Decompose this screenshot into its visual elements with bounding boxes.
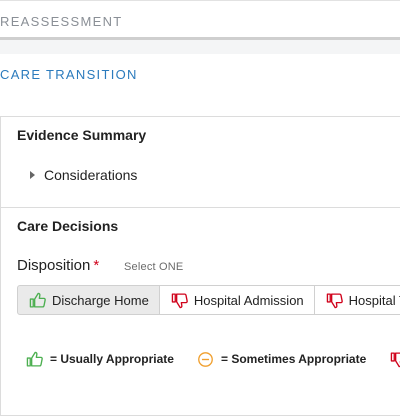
option-hospital-transfer[interactable]: Hospital T [313,285,400,315]
select-one-hint: Select ONE [124,261,184,273]
thumbs-down-icon [390,351,400,368]
option-label: Hospital T [348,292,400,308]
thumbs-down-icon [326,292,343,309]
thumbs-down-icon [171,292,188,309]
care-decisions-header: Care Decisions [17,218,119,234]
option-label: Discharge Home [52,292,149,308]
option-hospital-admission[interactable]: Hospital Admission [158,285,315,315]
disposition-label: Disposition * [17,257,99,274]
legend-sometimes-appropriate: = Sometimes Appropriate [197,349,366,369]
required-marker: * [93,257,100,274]
evidence-summary-header: Evidence Summary [17,127,147,143]
legend-usually-appropriate: = Usually Appropriate [26,349,174,369]
considerations-label: Considerations [44,167,138,183]
legend-rarely-appropriate [390,349,400,369]
disposition-toggle-group: Discharge Home Hospital Admission Hospit… [17,285,400,315]
disposition-label-text: Disposition [17,257,91,274]
thumbs-up-icon [29,292,46,309]
option-discharge-home[interactable]: Discharge Home [17,285,160,315]
legend-usually-label: = Usually Appropriate [50,352,174,366]
section-spacer [0,40,400,54]
legend-sometimes-label: = Sometimes Appropriate [221,352,367,366]
care-transition-title: CARE TRANSITION [0,67,138,82]
card-divider [1,207,400,208]
caret-right-icon [30,171,35,179]
appropriateness-legend: = Usually Appropriate = Sometimes Approp… [0,349,400,369]
option-label: Hospital Admission [193,292,304,308]
minus-circle-icon [197,351,214,368]
reassessment-title: REASSESSMENT [0,14,123,29]
reassessment-section-header[interactable]: REASSESSMENT [0,0,400,40]
thumbs-up-icon [26,351,43,368]
